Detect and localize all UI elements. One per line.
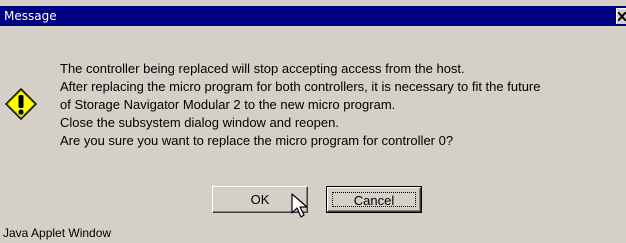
close-button[interactable]: [616, 8, 626, 24]
message-line: Close the subsystem dialog window and re…: [60, 115, 339, 130]
cancel-button-bevel: Cancel: [327, 187, 421, 212]
message-dialog: Message The controller being replaced wi…: [0, 0, 626, 243]
close-icon: [618, 12, 626, 21]
message-line: Are you sure you want to replace the mic…: [60, 133, 454, 148]
cancel-button[interactable]: Cancel: [326, 186, 422, 213]
title-bar[interactable]: Message: [0, 6, 626, 26]
message-text: The controller being replaced will stop …: [60, 60, 620, 150]
message-line: of Storage Navigator Modular 2 to the ne…: [60, 97, 396, 112]
message-line: After replacing the micro program for bo…: [60, 79, 541, 94]
java-applet-window-label: Java Applet Window: [3, 226, 112, 240]
message-line: The controller being replaced will stop …: [60, 61, 465, 76]
ok-button-label: OK: [250, 192, 270, 207]
window-title: Message: [4, 9, 57, 23]
cancel-button-label: Cancel: [332, 192, 416, 208]
warning-icon: [5, 88, 37, 120]
mouse-pointer-icon: [291, 193, 308, 218]
